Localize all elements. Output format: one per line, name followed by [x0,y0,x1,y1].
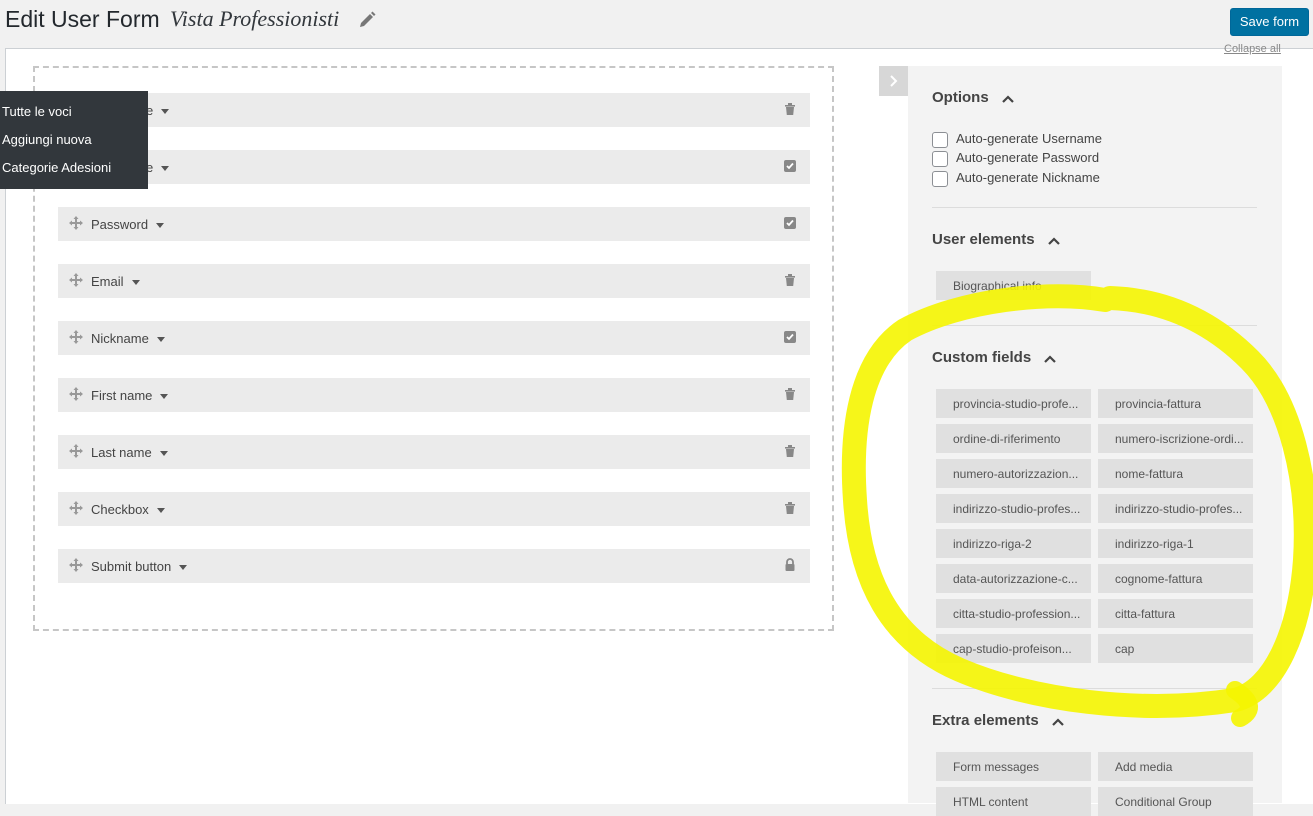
move-icon[interactable] [69,330,83,344]
move-icon[interactable] [69,387,83,401]
custom-field-chip[interactable]: cognome-fattura [1098,564,1253,593]
title-bar: Edit User Form Vista Professionisti Save… [0,0,1313,48]
divider [932,207,1257,208]
custom-field-chip[interactable]: provincia-fattura [1098,389,1253,418]
option-auto-password[interactable]: Auto-generate Password [932,150,1099,167]
field-label[interactable]: Submit button [91,559,188,574]
custom-field-chip[interactable]: ordine-di-riferimento [936,424,1091,453]
page-title: Edit User Form [5,6,160,32]
form-field-row[interactable]: Password [58,207,810,241]
menu-item-all[interactable]: Tutte le voci [2,104,72,119]
form-field-row[interactable]: Nickname [58,321,810,355]
trash-icon[interactable] [783,444,797,458]
caret-down-icon[interactable] [179,565,188,571]
trash-icon[interactable] [783,273,797,287]
custom-field-chip[interactable]: indirizzo-studio-profes... [1098,494,1253,523]
option-auto-username[interactable]: Auto-generate Username [932,131,1102,148]
checkbox-icon[interactable] [783,159,797,173]
form-field-row[interactable]: Submit button [58,549,810,583]
caret-down-icon[interactable] [160,394,169,400]
save-form-button[interactable]: Save form [1230,8,1309,36]
extra-element-chip[interactable]: Conditional Group [1098,787,1253,816]
collapse-all-link[interactable]: Collapse all [1224,43,1281,55]
caret-down-icon[interactable] [161,166,170,172]
checkbox[interactable] [932,150,948,167]
field-label[interactable]: e [146,160,170,175]
checkbox-icon[interactable] [783,216,797,230]
user-element-chip[interactable]: Biographical info [936,271,1091,300]
lock-icon[interactable] [783,558,797,572]
checkbox-icon[interactable] [783,330,797,344]
custom-field-chip[interactable]: numero-iscrizione-ordi... [1098,424,1253,453]
caret-down-icon[interactable] [156,337,165,343]
menu-item-add-new[interactable]: Aggiungi nuova [2,132,92,147]
option-auto-nickname[interactable]: Auto-generate Nickname [932,170,1100,187]
caret-down-icon[interactable] [156,223,165,229]
chevron-up-icon [1044,350,1057,367]
divider [932,325,1257,326]
custom-field-chip[interactable]: numero-autorizzazion... [936,459,1091,488]
trash-icon[interactable] [783,501,797,515]
custom-field-chip[interactable]: cap [1098,634,1253,663]
custom-field-chip[interactable]: citta-fattura [1098,599,1253,628]
checkbox[interactable] [932,170,948,187]
chevron-up-icon [1047,232,1060,249]
form-field-row[interactable]: e [58,93,810,127]
caret-down-icon[interactable] [161,109,170,115]
trash-icon[interactable] [783,387,797,401]
custom-field-chip[interactable]: nome-fattura [1098,459,1253,488]
move-icon[interactable] [69,216,83,230]
custom-field-chip[interactable]: indirizzo-riga-1 [1098,529,1253,558]
field-label[interactable]: First name [91,388,169,403]
caret-down-icon[interactable] [159,451,168,457]
chevron-up-icon [1052,713,1064,730]
divider [932,688,1257,689]
field-label[interactable]: Checkbox [91,502,165,517]
field-label[interactable]: Email [91,274,140,289]
extra-elements-section-title[interactable]: Extra elements [932,712,1064,730]
field-label[interactable]: e [146,103,170,118]
sidebar-toggle-button[interactable] [879,66,909,96]
chevron-right-icon [890,75,898,87]
menu-item-categories[interactable]: Categorie Adesioni [2,160,111,175]
extra-element-chip[interactable]: HTML content [936,787,1091,816]
caret-down-icon[interactable] [131,280,140,286]
form-field-row[interactable]: Email [58,264,810,298]
form-name[interactable]: Vista Professionisti [170,6,339,32]
checkbox[interactable] [932,131,948,148]
admin-dropdown-menu: Tutte le voci Aggiungi nuova Categorie A… [0,91,148,189]
pencil-icon[interactable] [357,10,377,30]
custom-fields-section-title[interactable]: Custom fields [932,349,1057,367]
move-icon[interactable] [69,558,83,572]
custom-field-chip[interactable]: provincia-studio-profe... [936,389,1091,418]
trash-icon[interactable] [783,102,797,116]
form-field-row[interactable]: Checkbox [58,492,810,526]
custom-field-chip[interactable]: indirizzo-studio-profes... [936,494,1091,523]
field-label[interactable]: Password [91,217,165,232]
options-section-title[interactable]: Options [932,89,1014,107]
user-elements-section-title[interactable]: User elements [932,231,1060,249]
move-icon[interactable] [69,273,83,287]
caret-down-icon[interactable] [156,508,165,514]
extra-element-chip[interactable]: Form messages [936,752,1091,781]
custom-field-chip[interactable]: data-autorizzazione-c... [936,564,1091,593]
field-label[interactable]: Nickname [91,331,165,346]
chevron-up-icon [1002,90,1014,107]
move-icon[interactable] [69,501,83,515]
extra-element-chip[interactable]: Add media [1098,752,1253,781]
custom-field-chip[interactable]: cap-studio-profeison... [936,634,1091,663]
custom-field-chip[interactable]: citta-studio-profession... [936,599,1091,628]
custom-field-chip[interactable]: indirizzo-riga-2 [936,529,1091,558]
move-icon[interactable] [69,444,83,458]
field-label[interactable]: Last name [91,445,168,460]
form-field-row[interactable]: e [58,150,810,184]
form-field-row[interactable]: First name [58,378,810,412]
form-field-row[interactable]: Last name [58,435,810,469]
